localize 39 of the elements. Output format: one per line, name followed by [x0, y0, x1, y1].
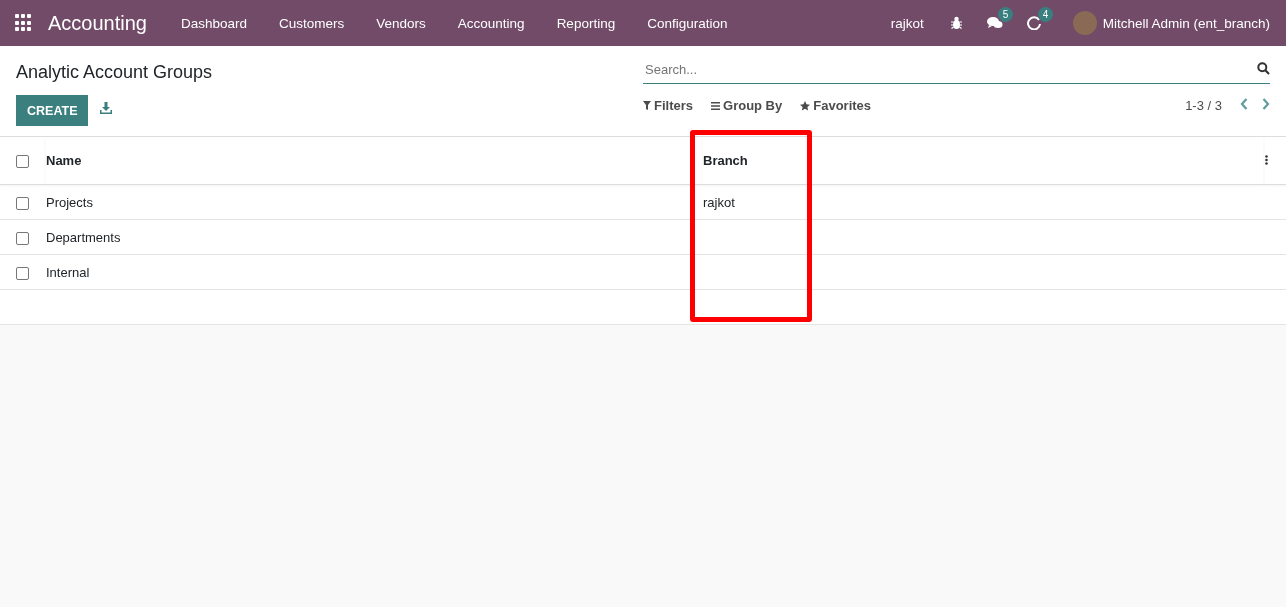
select-all-checkbox[interactable] [16, 155, 29, 169]
menu-item[interactable]: Accounting [441, 15, 541, 31]
search-icon[interactable] [1257, 61, 1270, 75]
apps-menu-icon[interactable] [15, 14, 33, 32]
more-options-icon[interactable] [1265, 155, 1268, 165]
star-icon [800, 100, 811, 111]
filter-dropdown-toggle[interactable]: Favorites [813, 98, 872, 113]
table-cell: rajkot [703, 194, 735, 210]
row-checkbox[interactable] [16, 196, 29, 210]
message-count-badge: 5 [997, 7, 1014, 22]
menu-item[interactable]: Vendors [360, 15, 442, 31]
chat-icon[interactable] [986, 16, 1003, 30]
row-checkbox[interactable] [16, 266, 29, 280]
menu-item[interactable]: Reporting [540, 15, 632, 31]
filter-icon [643, 101, 651, 110]
table-cell: Projects [46, 194, 93, 210]
branch-switcher[interactable]: rajkot [876, 15, 938, 31]
clock-icon[interactable] [1026, 16, 1041, 30]
menu-item[interactable]: Configuration [631, 15, 744, 31]
page-title: Analytic Account Groups [16, 62, 214, 83]
table-cell: Internal [46, 264, 90, 280]
bug-icon[interactable] [949, 16, 963, 30]
menu-item[interactable]: Customers [263, 15, 361, 31]
column-header[interactable]: Name [46, 153, 82, 168]
previous-icon[interactable] [1240, 98, 1248, 110]
app-title: Accounting [48, 11, 147, 35]
create-button[interactable]: CREATE [16, 95, 89, 126]
column-header[interactable]: Branch [703, 153, 748, 168]
menu-item[interactable]: Dashboard [164, 15, 263, 31]
table-cell: Departments [46, 229, 121, 245]
pager-value: 1-3 / 3 [1185, 98, 1222, 113]
row-checkbox[interactable] [16, 231, 29, 245]
filter-dropdown-toggle[interactable]: Filters [654, 98, 693, 113]
filter-dropdown-toggle[interactable]: Group By [723, 98, 783, 113]
activity-count-badge: 4 [1037, 7, 1054, 22]
next-icon[interactable] [1262, 98, 1270, 110]
list-icon [711, 101, 720, 110]
user-menu[interactable]: Mitchell Admin (ent_branch) [1102, 15, 1270, 31]
download-icon[interactable] [100, 101, 113, 114]
